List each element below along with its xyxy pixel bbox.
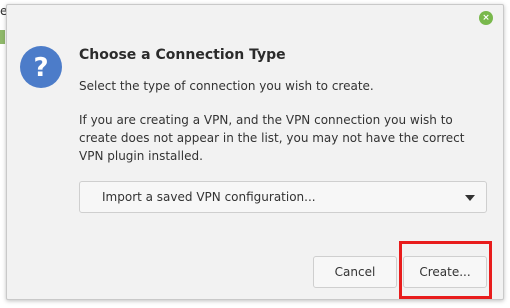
dialog-subtitle: Select the type of connection you wish t…: [79, 79, 374, 93]
chevron-down-icon: [465, 195, 475, 201]
screen: e × ? Choose a Connection Type Select th…: [0, 0, 510, 308]
svg-text:?: ?: [33, 53, 48, 83]
close-icon[interactable]: ×: [479, 11, 493, 25]
cancel-button[interactable]: Cancel: [313, 256, 397, 288]
vpn-info-text: If you are creating a VPN, and the VPN c…: [79, 113, 465, 163]
close-icon-glyph: ×: [482, 12, 490, 23]
connection-type-dialog: × ? Choose a Connection Type Select the …: [6, 4, 504, 300]
connection-type-selected: Import a saved VPN configuration...: [102, 190, 316, 204]
connection-type-combo[interactable]: Import a saved VPN configuration...: [79, 181, 487, 213]
create-button[interactable]: Create...: [403, 256, 487, 288]
background-window-accent: [0, 30, 5, 44]
question-icon: ?: [20, 46, 62, 88]
dialog-title: Choose a Connection Type: [79, 47, 286, 63]
